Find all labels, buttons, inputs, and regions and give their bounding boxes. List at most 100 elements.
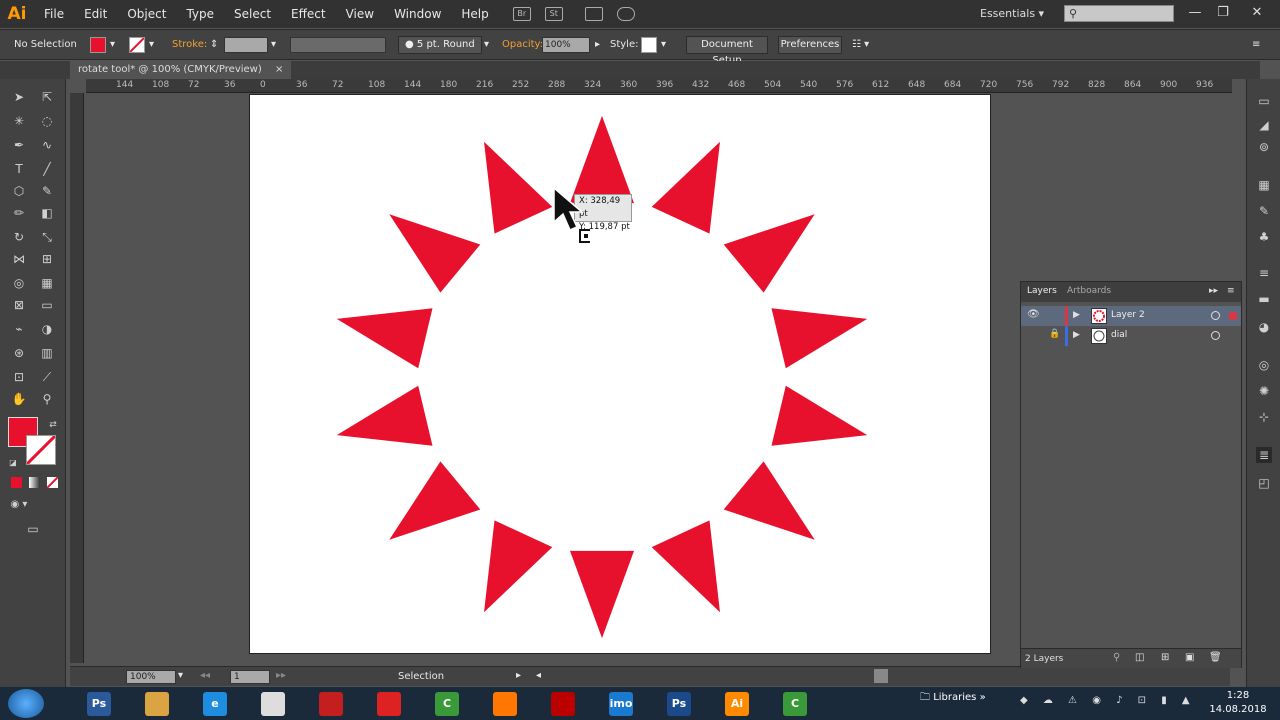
target-circle-icon[interactable] [1211, 311, 1220, 320]
panel-menu-icon[interactable]: ≡ [1227, 286, 1235, 296]
lasso-tool-icon[interactable]: ◌ [36, 111, 58, 131]
stroke-weight-input[interactable] [224, 37, 268, 53]
vertical-ruler[interactable] [70, 93, 84, 663]
transparency-icon[interactable]: ◕ [1256, 319, 1272, 335]
stroke-weight-stepper[interactable]: ⇕ [210, 39, 218, 50]
lock-icon[interactable]: 🔒 [1049, 329, 1060, 339]
type-tool-icon[interactable]: T [8, 159, 30, 179]
width-tool-icon[interactable]: ⋈ [8, 249, 30, 269]
menu-view[interactable]: View [336, 0, 384, 28]
libraries-button[interactable]: 🗀 Libraries » [916, 689, 1012, 718]
opacity-arrow-icon[interactable]: ▸ [595, 39, 600, 50]
triangle-shape[interactable] [336, 308, 433, 369]
artboard-number-input[interactable]: 1 [230, 670, 270, 684]
shape-builder-tool-icon[interactable]: ◎ [8, 273, 30, 293]
zoom-input[interactable]: 100% [126, 670, 176, 684]
document-setup-button[interactable]: Document Setup [686, 36, 768, 66]
brush-dropdown-icon[interactable]: ▾ [484, 39, 489, 50]
horizontal-scrollbar-thumb[interactable] [874, 669, 888, 683]
stock-button[interactable]: St [544, 7, 563, 21]
triangle-shape[interactable] [389, 461, 481, 540]
tab-layers[interactable]: Layers [1027, 286, 1057, 296]
stroke-weight-dropdown-icon[interactable]: ▾ [271, 39, 276, 50]
system-clock[interactable]: 1:28 14.08.2018 [1200, 689, 1276, 717]
taskbar-app[interactable] [480, 689, 530, 718]
free-transform-tool-icon[interactable]: ⊞ [36, 249, 58, 269]
expand-layer-icon[interactable]: ▶ [1073, 330, 1080, 340]
perspective-grid-tool-icon[interactable]: ▦ [36, 273, 58, 293]
target-circle-icon[interactable] [1211, 331, 1220, 340]
bridge-button[interactable]: Br [512, 7, 531, 21]
menu-object[interactable]: Object [117, 0, 176, 28]
expand-layer-icon[interactable]: ▶ [1073, 310, 1080, 320]
brushes-icon[interactable]: ✎ [1256, 203, 1272, 219]
transform-icon[interactable]: ⊹ [1256, 409, 1272, 425]
taskbar-app[interactable]: C [422, 689, 472, 718]
magic-wand-tool-icon[interactable]: ✳ [8, 111, 30, 131]
horizontal-ruler[interactable]: 144 108 72 36 0 36 72 108 144 180 216 252 288 324 360 3… [86, 79, 1232, 93]
stroke-dropdown-icon[interactable]: ▾ [149, 39, 154, 50]
tab-artboards[interactable]: Artboards [1067, 286, 1111, 296]
menu-help[interactable]: Help [451, 0, 498, 28]
style-dropdown-icon[interactable]: ▾ [661, 39, 666, 50]
gradient-mode-button[interactable] [29, 477, 40, 488]
panel-menu-icon[interactable]: ≡ [1252, 39, 1260, 50]
new-sublayer-icon[interactable]: ⊞ [1161, 652, 1169, 663]
gradient-tool-icon[interactable]: ▭ [36, 295, 58, 315]
color-mode-button[interactable] [11, 477, 22, 488]
curvature-tool-icon[interactable]: ∿ [36, 135, 58, 155]
triangle-shape[interactable] [570, 550, 634, 639]
close-button[interactable]: ✕ [1246, 3, 1268, 23]
taskbar-app[interactable] [248, 689, 298, 718]
stroke-swatch[interactable] [129, 37, 145, 53]
brush-definition[interactable]: ● 5 pt. Round [398, 36, 482, 54]
layer-row[interactable]: 👁 ▶ Layer 2 [1021, 306, 1241, 326]
layer-row[interactable]: 🔒 ▶ dial [1021, 326, 1241, 346]
triangle-shape[interactable] [651, 520, 720, 613]
triangle-shape[interactable] [389, 214, 481, 293]
none-mode-button[interactable] [46, 476, 59, 489]
workspace-switcher[interactable]: Essentials ▾ [980, 0, 1044, 28]
variable-width-profile[interactable] [290, 37, 386, 53]
pathfinder-icon[interactable]: ◰ [1256, 475, 1272, 491]
properties-icon[interactable]: ▭ [1256, 93, 1272, 109]
preferences-button[interactable]: Preferences [778, 36, 842, 54]
taskbar-app[interactable]: C [770, 689, 820, 718]
artboard-tool-icon[interactable]: ⊡ [8, 367, 30, 387]
graphic-styles-icon[interactable]: ✺ [1256, 383, 1272, 399]
blend-tool-icon[interactable]: ◑ [36, 319, 58, 339]
screen-mode-icon[interactable]: ▭ [22, 519, 44, 539]
taskbar-app[interactable] [132, 689, 182, 718]
menu-file[interactable]: File [34, 0, 74, 28]
scroll-left-icon[interactable]: ◂ [536, 670, 541, 681]
fill-dropdown-icon[interactable]: ▾ [110, 39, 115, 50]
maximize-button[interactable]: ❐ [1212, 3, 1234, 23]
appearance-icon[interactable]: ◎ [1256, 357, 1272, 373]
taskbar-app[interactable]: Ps [74, 689, 124, 718]
direct-selection-tool-icon[interactable]: ⇱ [36, 87, 58, 107]
symbol-sprayer-tool-icon[interactable]: ⊛ [8, 343, 30, 363]
slice-tool-icon[interactable]: ⟋ [36, 367, 58, 387]
taskbar-app[interactable] [306, 689, 356, 718]
close-tab-icon[interactable]: × [275, 64, 283, 75]
align-icon[interactable]: ≣ [1256, 447, 1272, 463]
new-layer-icon[interactable]: ▣ [1185, 652, 1194, 663]
color-guide-icon[interactable]: ◢ [1256, 117, 1272, 133]
search-input[interactable]: ⚲ [1064, 5, 1174, 22]
hand-tool-icon[interactable]: ✋ [8, 389, 30, 409]
symbols-icon[interactable]: ♣ [1256, 229, 1272, 245]
eraser-tool-icon[interactable]: ◧ [36, 203, 58, 223]
selection-tool-icon[interactable]: ➤ [8, 87, 30, 107]
make-clipping-mask-icon[interactable]: ◫ [1135, 652, 1144, 663]
menu-edit[interactable]: Edit [74, 0, 117, 28]
artwork-layer[interactable] [250, 95, 990, 653]
rotate-tool-icon[interactable]: ↻ [8, 227, 30, 247]
locate-object-icon[interactable]: ⚲ [1113, 652, 1120, 663]
default-colors-icon[interactable]: ◪ [2, 453, 24, 473]
pencil-tool-icon[interactable]: ✏ [8, 203, 30, 223]
triangle-shape[interactable] [771, 385, 868, 446]
start-button[interactable] [8, 689, 44, 718]
status-menu-icon[interactable]: ▸ [516, 670, 521, 681]
eyedropper-tool-icon[interactable]: ⌁ [8, 319, 30, 339]
fill-swatch[interactable] [90, 37, 106, 53]
